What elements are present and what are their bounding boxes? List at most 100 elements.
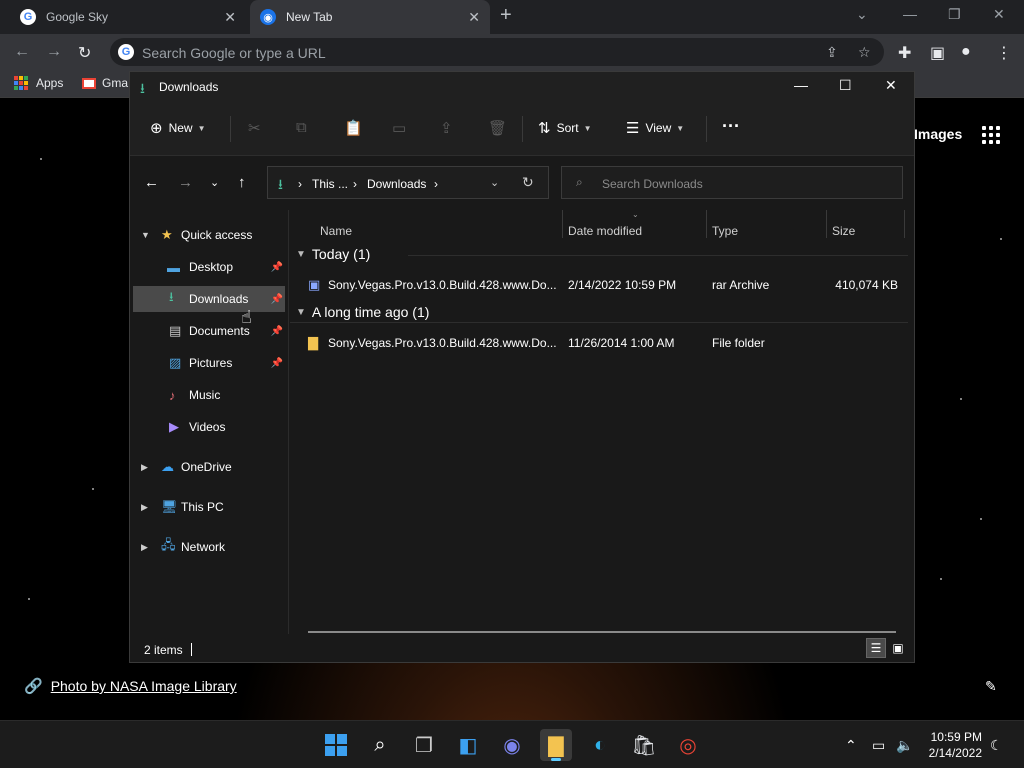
breadcrumb-this-pc[interactable]: This ... <box>312 177 348 191</box>
group-header-today[interactable]: ▼ Today (1) <box>296 246 370 262</box>
tab-google-sky[interactable]: G Google Sky ✕ <box>10 0 246 34</box>
focus-assist-moon-icon[interactable]: ☾ <box>990 737 1003 754</box>
breadcrumb-downloads[interactable]: Downloads <box>367 177 426 191</box>
cut-icon[interactable]: ✂ <box>248 119 261 137</box>
back-icon[interactable]: ← <box>14 43 30 61</box>
volume-icon[interactable]: 🔈 <box>896 737 913 754</box>
new-button[interactable]: ⊕ New ▼ <box>150 119 206 137</box>
refresh-icon[interactable]: ↻ <box>522 174 534 191</box>
paste-icon[interactable]: 📋 <box>344 119 363 137</box>
google-apps-icon[interactable] <box>982 126 1000 144</box>
group-header-a-long-time-ago[interactable]: ▼ A long time ago (1) <box>296 304 429 320</box>
tab-close-icon[interactable]: ✕ <box>468 9 480 26</box>
restore-icon[interactable]: ❐ <box>948 6 961 23</box>
chevron-right-icon[interactable]: ▶ <box>141 542 148 553</box>
task-view-icon[interactable]: ❐ <box>408 729 440 761</box>
file-name: Sony.Vegas.Pro.v13.0.Build.428.www.Do... <box>328 278 557 292</box>
clock[interactable]: 10:59 PM 2/14/2022 <box>924 729 982 761</box>
sidebar-item-documents[interactable]: ▤ Documents 📌 <box>133 318 285 344</box>
new-label: New <box>168 121 193 135</box>
start-button[interactable] <box>320 729 352 761</box>
group-label: Today (1) <box>311 246 371 262</box>
sidebar-item-quick-access[interactable]: ▼ ★ Quick access <box>133 222 285 248</box>
network-status-icon[interactable]: ▭ <box>872 737 885 754</box>
folder-icon: ▇ <box>308 335 318 350</box>
profile-icon[interactable]: ● <box>961 43 971 61</box>
reload-icon[interactable]: ↻ <box>78 43 91 63</box>
view-button[interactable]: ☰ View ▼ <box>626 119 684 137</box>
sidebar-item-downloads[interactable]: ⭳ Downloads 📌 <box>133 286 285 312</box>
delete-icon[interactable]: 🗑 <box>488 119 507 137</box>
sort-indicator-icon: ⌄ <box>632 210 639 219</box>
store-icon[interactable]: 🛍 <box>628 729 660 761</box>
maximize-icon[interactable]: ☐ <box>839 77 852 94</box>
back-icon[interactable]: ← <box>144 174 159 191</box>
column-header-name[interactable]: Name <box>320 224 352 238</box>
horizontal-scrollbar[interactable] <box>308 631 896 633</box>
side-panel-icon[interactable]: ▣ <box>930 43 945 63</box>
widgets-icon[interactable]: ◧ <box>452 729 484 761</box>
chevron-down-icon[interactable]: ▼ <box>141 230 150 240</box>
column-header-date-modified[interactable]: Date modified <box>568 224 642 238</box>
explorer-titlebar[interactable]: ⭳ Downloads — ☐ ✕ <box>130 72 914 102</box>
customize-pencil-icon[interactable]: ✎ <box>985 678 997 695</box>
large-icons-view-icon[interactable]: ▣ <box>888 638 908 658</box>
address-placeholder: Search Google or type a URL <box>142 45 326 61</box>
show-hidden-icons-chevron-icon[interactable]: ⌃ <box>845 737 857 754</box>
sort-label: Sort <box>556 121 579 135</box>
copy-icon[interactable]: ⧉ <box>296 119 307 136</box>
tab-strip: G Google Sky ✕ ◉ New Tab ✕ + ⌄ — ❐ ✕ <box>0 0 1024 34</box>
column-header-type[interactable]: Type <box>712 224 738 238</box>
file-explorer-icon[interactable]: ▇ <box>540 729 572 761</box>
search-icon[interactable]: ⌕ <box>364 729 396 761</box>
photo-credit-link[interactable]: Photo by NASA Image Library <box>51 678 237 694</box>
pane-divider[interactable] <box>288 210 289 634</box>
group-label: A long time ago (1) <box>311 304 430 320</box>
menu-kebab-icon[interactable]: ⋮ <box>996 43 1012 63</box>
edge-icon[interactable]: ◐ <box>584 729 616 761</box>
extensions-icon[interactable]: ✚ <box>898 43 911 63</box>
bookmark-gmail[interactable]: Gma <box>82 76 128 90</box>
sidebar-item-pictures[interactable]: ▨ Pictures 📌 <box>133 350 285 376</box>
sidebar-item-network[interactable]: ▶ 🖧 Network <box>133 534 285 560</box>
computer-icon: 🖥 <box>161 499 178 514</box>
share-icon[interactable]: ⇪ <box>826 44 838 61</box>
file-row[interactable]: ▇ Sony.Vegas.Pro.v13.0.Build.428.www.Do.… <box>300 331 904 355</box>
minimize-icon[interactable]: — <box>794 77 808 93</box>
address-bar[interactable]: ⭳ › This ... › Downloads › ⌄ ↻ <box>267 166 549 199</box>
close-window-icon[interactable]: ✕ <box>993 6 1005 23</box>
search-box[interactable]: ⌕ Search Downloads <box>561 166 903 199</box>
bookmark-star-icon[interactable]: ☆ <box>858 44 871 61</box>
more-options-icon[interactable]: ··· <box>722 116 740 137</box>
forward-icon[interactable]: → <box>178 174 193 191</box>
bookmark-apps[interactable]: Apps <box>14 76 63 90</box>
address-bar[interactable]: G Search Google or type a URL ⇪ ☆ <box>110 38 884 66</box>
tab-new-tab[interactable]: ◉ New Tab ✕ <box>250 0 490 34</box>
chrome-icon[interactable]: ◎ <box>672 729 704 761</box>
tab-search-icon[interactable]: ⌄ <box>856 6 868 23</box>
rename-icon[interactable]: ▭ <box>392 119 406 137</box>
sidebar-item-videos[interactable]: ▶ Videos <box>133 414 285 440</box>
column-header-size[interactable]: Size <box>832 224 855 238</box>
sidebar-item-music[interactable]: ♪ Music <box>133 382 285 408</box>
chevron-right-icon[interactable]: ▶ <box>141 462 148 473</box>
sidebar-item-onedrive[interactable]: ▶ ☁ OneDrive <box>133 454 285 480</box>
images-link[interactable]: Images <box>914 126 962 142</box>
new-tab-icon[interactable]: + <box>500 4 512 27</box>
details-view-icon[interactable]: ☰ <box>866 638 886 658</box>
tab-close-icon[interactable]: ✕ <box>224 9 236 26</box>
minimize-icon[interactable]: — <box>903 6 917 22</box>
sidebar-item-this-pc[interactable]: ▶ 🖥 This PC <box>133 494 285 520</box>
recent-locations-chevron-icon[interactable]: ⌄ <box>210 176 219 189</box>
forward-icon[interactable]: → <box>46 43 62 61</box>
up-icon[interactable]: ↑ <box>238 174 246 191</box>
file-row[interactable]: ▣ Sony.Vegas.Pro.v13.0.Build.428.www.Do.… <box>300 273 904 297</box>
close-icon[interactable]: ✕ <box>885 77 897 94</box>
sidebar-item-desktop[interactable]: ▬ Desktop 📌 <box>133 254 285 280</box>
sort-button[interactable]: ⇅ Sort ▼ <box>538 119 592 137</box>
share-icon[interactable]: ⇪ <box>440 119 453 137</box>
pictures-icon: ▨ <box>169 355 182 370</box>
address-dropdown-icon[interactable]: ⌄ <box>490 176 499 189</box>
teams-chat-icon[interactable]: ◉ <box>496 729 528 761</box>
chevron-right-icon[interactable]: ▶ <box>141 502 148 513</box>
